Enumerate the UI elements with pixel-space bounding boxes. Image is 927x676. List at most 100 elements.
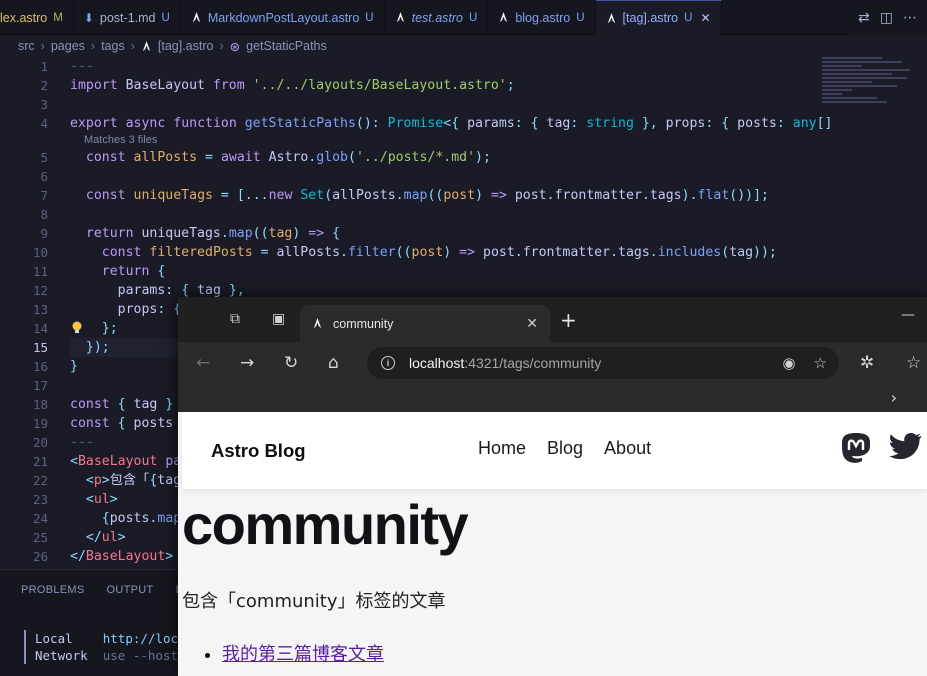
codelens[interactable]: Matches 3 files: [70, 133, 830, 148]
untracked-badge: U: [365, 11, 374, 24]
modified-badge: M: [53, 11, 63, 24]
back-icon[interactable]: ←: [196, 353, 210, 373]
code-line: export async function getStaticPaths(): …: [70, 116, 833, 131]
site-brand[interactable]: Astro Blog: [211, 440, 306, 462]
tab-index-astro[interactable]: lex.astro M: [0, 0, 74, 35]
terminal-line: Network use --host: [35, 648, 179, 663]
tab-post-1-md[interactable]: ⬇ post-1.md U: [74, 0, 181, 35]
favorites-bar: ›: [178, 384, 927, 412]
line-number: 24: [32, 511, 48, 526]
line-number: 1: [40, 59, 48, 74]
info-icon[interactable]: i: [381, 356, 395, 370]
breadcrumb: src › pages › tags › [tag].astro › ⊛ getStat…: [0, 35, 927, 57]
read-aloud-icon[interactable]: ◉: [782, 354, 795, 372]
extensions-icon[interactable]: ✲: [860, 353, 874, 373]
astro-icon: [500, 12, 508, 23]
web-page: Astro Blog Home Blog About community 包含「…: [178, 412, 927, 676]
compare-icon[interactable]: ⇄: [858, 10, 870, 26]
code-line: ---: [70, 59, 94, 74]
split-editor-icon[interactable]: ◫: [880, 10, 893, 26]
forward-icon[interactable]: →: [240, 353, 254, 373]
chevron-right-icon: ›: [90, 39, 96, 53]
favorites-icon[interactable]: ☆: [906, 353, 921, 373]
browser-tab[interactable]: community ✕: [300, 305, 550, 342]
browser-toolbar: ← → ↻ ⌂ i localhost:4321/tags/community …: [178, 342, 927, 384]
tab-label: [tag].astro: [622, 11, 679, 25]
post-list: 我的第三篇博客文章: [202, 640, 384, 666]
line-number: 11: [32, 264, 48, 279]
astro-icon: [313, 318, 322, 329]
line-number: 2: [40, 78, 48, 93]
tab-tag-astro[interactable]: [tag].astro U ✕: [595, 0, 722, 35]
breadcrumb-item[interactable]: tags: [101, 39, 125, 53]
terminal[interactable]: Local http://loca Network use --host: [24, 630, 186, 664]
list-item: 我的第三篇博客文章: [222, 640, 384, 666]
nav-blog[interactable]: Blog: [547, 438, 583, 459]
line-number: 12: [32, 283, 48, 298]
minimize-icon[interactable]: —: [901, 307, 915, 323]
line-number: 17: [32, 378, 48, 393]
tab-actions-icon[interactable]: ▣: [272, 311, 285, 327]
tab-markdownpostlayout[interactable]: MarkdownPostLayout.astro U: [181, 0, 385, 35]
astro-icon: [607, 12, 615, 23]
nav-about[interactable]: About: [604, 438, 651, 459]
line-number: 13: [32, 302, 48, 317]
tab-output[interactable]: OUTPUT: [107, 584, 154, 596]
tab-label: test.astro: [411, 10, 464, 25]
page-description: 包含「community」标签的文章: [182, 591, 446, 612]
code-line: const allPosts = await Astro.glob('../po…: [85, 150, 491, 165]
tab-label: post-1.md: [99, 10, 156, 25]
breadcrumb-item[interactable]: pages: [51, 39, 85, 53]
breadcrumb-item[interactable]: [tag].astro: [158, 39, 214, 53]
tab-blog-astro[interactable]: blog.astro U: [488, 0, 596, 35]
tab-test-astro[interactable]: test.astro U: [385, 0, 489, 35]
line-number: 18: [32, 397, 48, 412]
line-number-gutter: 1 2 3 4 5 6 7 8 9 10 11 12 13 14 15 16 1…: [0, 57, 48, 566]
url-path: :4321/tags/community: [464, 355, 602, 371]
line-number: 26: [32, 549, 48, 564]
new-tab-icon[interactable]: +: [560, 308, 577, 332]
line-number: 25: [32, 530, 48, 545]
line-number: 6: [40, 169, 48, 184]
close-icon[interactable]: ✕: [526, 315, 538, 332]
refresh-icon[interactable]: ↻: [284, 353, 298, 373]
browser-title-bar: ⧉ ▣ community ✕ + —: [178, 297, 927, 342]
chevron-right-icon[interactable]: ›: [891, 388, 897, 407]
line-number: 4: [40, 116, 48, 131]
favorite-star-icon[interactable]: ☆: [814, 354, 827, 372]
post-link[interactable]: 我的第三篇博客文章: [222, 644, 384, 665]
home-icon[interactable]: ⌂: [328, 353, 339, 373]
minimap[interactable]: [822, 57, 912, 117]
more-icon[interactable]: ⋯: [903, 10, 917, 26]
line-number: 14: [32, 321, 48, 336]
mastodon-icon[interactable]: [840, 432, 872, 466]
function-symbol-icon: ⊛: [229, 39, 241, 54]
twitter-icon[interactable]: [890, 432, 922, 462]
tab-problems[interactable]: PROBLEMS: [21, 584, 85, 596]
line-number: 9: [40, 226, 48, 241]
line-number: 23: [32, 492, 48, 507]
breadcrumb-item[interactable]: src: [18, 39, 35, 53]
nav-home[interactable]: Home: [478, 438, 526, 459]
line-number: 7: [40, 188, 48, 203]
close-icon[interactable]: ✕: [700, 11, 710, 25]
line-number: 15: [32, 340, 48, 355]
address-bar[interactable]: i localhost:4321/tags/community ◉ ☆: [367, 347, 839, 379]
astro-icon: [142, 40, 151, 51]
breadcrumb-item[interactable]: getStaticPaths: [246, 39, 327, 53]
editor-tab-bar: lex.astro M ⬇ post-1.md U MarkdownPostLa…: [0, 0, 927, 35]
workspaces-icon[interactable]: ⧉: [230, 311, 240, 327]
markdown-icon: ⬇: [83, 10, 94, 25]
browser-tab-title: community: [333, 316, 394, 331]
terminal-line: Local http://loca: [35, 631, 186, 646]
page-title: community: [182, 493, 469, 556]
tab-label: blog.astro: [515, 10, 571, 25]
code-line: return {: [101, 264, 166, 279]
untracked-badge: U: [576, 11, 585, 24]
chevron-right-icon: ›: [40, 39, 45, 53]
line-number: 5: [40, 150, 48, 165]
line-number: 21: [32, 454, 48, 469]
lightbulb-icon[interactable]: [71, 321, 83, 335]
